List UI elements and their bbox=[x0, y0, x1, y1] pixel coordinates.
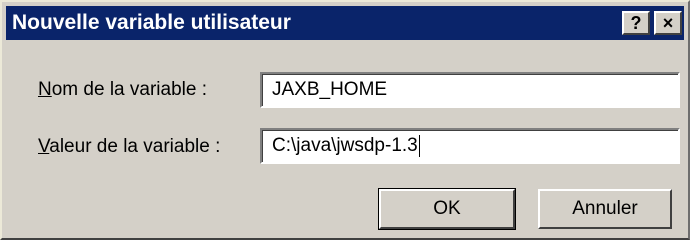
window-title: Nouvelle variable utilisateur bbox=[12, 11, 291, 34]
variable-name-input-value: JAXB_HOME bbox=[272, 79, 388, 100]
ok-button[interactable]: OK bbox=[378, 188, 516, 230]
variable-value-input[interactable]: C:\java\jwsdp-1.3 bbox=[260, 128, 680, 164]
variable-value-label: Valeur de la variable : bbox=[38, 136, 220, 158]
text-caret bbox=[418, 135, 420, 157]
variable-name-label-text: om de la variable : bbox=[51, 79, 207, 100]
help-icon: ? bbox=[630, 12, 642, 33]
variable-value-label-accelerator: V bbox=[38, 136, 50, 157]
ok-button-label: OK bbox=[433, 198, 461, 219]
close-button[interactable]: × bbox=[654, 11, 682, 35]
title-bar[interactable]: Nouvelle variable utilisateur ? × bbox=[6, 6, 684, 40]
variable-value-input-value: C:\java\jwsdp-1.3 bbox=[272, 135, 418, 156]
variable-name-input[interactable]: JAXB_HOME bbox=[260, 72, 680, 108]
variable-name-label-accelerator: N bbox=[38, 79, 52, 100]
new-user-variable-dialog: Nouvelle variable utilisateur ? × Nom de… bbox=[0, 0, 690, 240]
variable-name-label: Nom de la variable : bbox=[38, 79, 207, 101]
variable-value-label-text: aleur de la variable : bbox=[49, 136, 221, 157]
help-button[interactable]: ? bbox=[622, 11, 650, 35]
cancel-button[interactable]: Annuler bbox=[538, 189, 672, 229]
close-icon: × bbox=[662, 12, 674, 33]
cancel-button-label: Annuler bbox=[572, 198, 638, 219]
